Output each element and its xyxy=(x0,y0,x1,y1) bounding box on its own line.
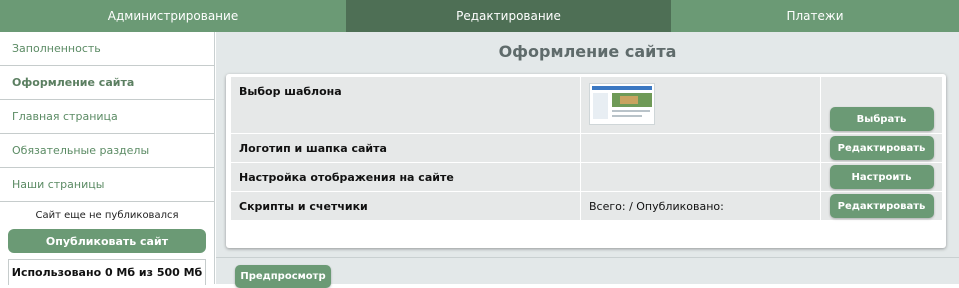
main-content: Оформление сайта Выбор шаблона Выбрать Л… xyxy=(216,32,959,288)
sidebar: Заполненность Оформление сайта Главная с… xyxy=(0,32,215,285)
action-cell: Редактировать xyxy=(820,191,943,221)
action-cell: Выбрать xyxy=(820,76,943,134)
publish-site-button[interactable]: Опубликовать сайт xyxy=(8,229,206,253)
action-cell: Настроить xyxy=(820,162,943,192)
row-label: Настройка отображения на сайте xyxy=(230,162,581,192)
storage-usage: Использовано 0 Мб из 500 Мб xyxy=(8,259,206,285)
template-thumbnail-cell xyxy=(580,76,821,134)
edit-logo-button[interactable]: Редактировать xyxy=(829,136,934,160)
tab-editing[interactable]: Редактирование xyxy=(346,0,671,32)
row-label: Выбор шаблона xyxy=(230,76,581,134)
row-label: Логотип и шапка сайта xyxy=(230,133,581,163)
scripts-counters-info: Всего: / Опубликовано: xyxy=(580,191,821,221)
configure-display-button[interactable]: Настроить xyxy=(829,165,934,189)
table-row: Логотип и шапка сайта Редактировать xyxy=(230,133,943,163)
sidebar-item-home-page[interactable]: Главная страница xyxy=(0,100,214,134)
edit-scripts-button[interactable]: Редактировать xyxy=(829,194,934,218)
sidebar-item-site-design[interactable]: Оформление сайта xyxy=(0,66,214,100)
divider xyxy=(216,257,959,258)
tab-administration[interactable]: Администрирование xyxy=(0,0,346,32)
settings-panel: Выбор шаблона Выбрать Логотип и шапка са… xyxy=(226,74,946,288)
table-row: Выбор шаблона Выбрать xyxy=(230,76,943,134)
row-info xyxy=(580,162,821,192)
preview-button[interactable]: Предпросмотр xyxy=(235,265,331,288)
sidebar-item-required-sections[interactable]: Обязательные разделы xyxy=(0,134,214,168)
template-thumbnail[interactable] xyxy=(589,83,655,125)
row-info xyxy=(580,133,821,163)
row-label: Скрипты и счетчики xyxy=(230,191,581,221)
tab-payments[interactable]: Платежи xyxy=(671,0,959,32)
publish-status: Сайт еще не публиковался xyxy=(35,210,179,221)
table-row: Скрипты и счетчики Всего: / Опубликовано… xyxy=(230,191,943,221)
top-navigation: Администрирование Редактирование Платежи xyxy=(0,0,959,32)
choose-template-button[interactable]: Выбрать xyxy=(829,107,934,131)
sidebar-item-our-pages[interactable]: Наши страницы xyxy=(0,168,214,202)
action-cell: Редактировать xyxy=(820,133,943,163)
table-row: Настройка отображения на сайте Настроить xyxy=(230,162,943,192)
page-title: Оформление сайта xyxy=(498,42,677,61)
settings-table: Выбор шаблона Выбрать Логотип и шапка са… xyxy=(230,76,943,221)
sidebar-item-completeness[interactable]: Заполненность xyxy=(0,32,214,66)
